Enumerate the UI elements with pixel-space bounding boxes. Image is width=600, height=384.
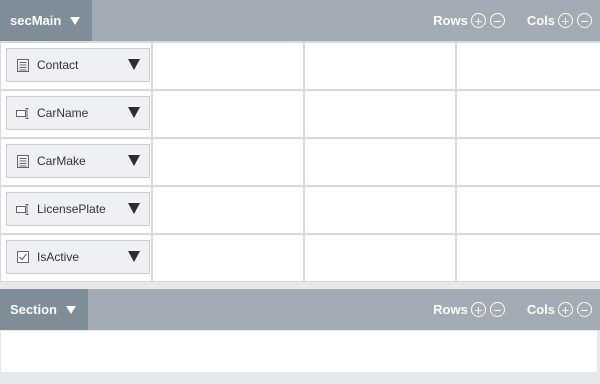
field-label: CarName: [37, 106, 89, 120]
field-chip-carmake[interactable]: CarMake: [6, 144, 150, 178]
add-col-icon[interactable]: +: [558, 302, 573, 317]
add-row-icon[interactable]: +: [470, 13, 486, 28]
checkbox-icon: [16, 250, 30, 264]
grid-cell[interactable]: IsActive: [1, 235, 151, 281]
field-chip-contact[interactable]: Contact: [6, 48, 150, 82]
section-controls: Rows + − Cols + −: [433, 0, 600, 41]
caret-down-icon[interactable]: [128, 155, 140, 166]
grid-cell[interactable]: [305, 43, 455, 89]
caret-down-icon[interactable]: [128, 59, 140, 70]
section-name-dropdown[interactable]: Section: [0, 289, 88, 330]
layout-grid: Contact CarName CarMake LicensePlate IsA…: [0, 41, 600, 282]
add-row-icon[interactable]: +: [470, 302, 486, 317]
grid-cell[interactable]: LicensePlate: [1, 187, 151, 233]
caret-down-icon[interactable]: [128, 107, 140, 118]
caret-down-icon: [70, 16, 81, 25]
grid-cell[interactable]: [153, 91, 303, 137]
field-chip-carname[interactable]: CarName: [6, 96, 150, 130]
field-chip-licenseplate[interactable]: LicensePlate: [6, 192, 150, 226]
section-name-dropdown[interactable]: secMain: [0, 0, 92, 41]
grid-cell[interactable]: [457, 139, 600, 185]
grid-cell[interactable]: [457, 91, 600, 137]
grid-cell[interactable]: [457, 187, 600, 233]
grid-cell[interactable]: [457, 235, 600, 281]
list-icon: [16, 154, 30, 168]
grid-row: LicensePlate: [0, 187, 600, 233]
grid-cell[interactable]: [457, 43, 600, 89]
field-chip-isactive[interactable]: IsActive: [6, 240, 150, 274]
grid-cell[interactable]: [153, 187, 303, 233]
grid-cell[interactable]: CarMake: [1, 139, 151, 185]
section-body-empty[interactable]: [1, 331, 597, 372]
field-label: LicensePlate: [37, 202, 106, 216]
rows-label: Rows: [433, 302, 468, 317]
remove-col-icon[interactable]: −: [577, 13, 592, 28]
section-name: secMain: [10, 13, 62, 28]
cols-label: Cols: [526, 302, 555, 317]
grid-row: CarMake: [0, 139, 600, 185]
cols-controls: Cols + −: [527, 13, 596, 28]
add-col-icon[interactable]: +: [558, 13, 573, 28]
grid-cell[interactable]: CarName: [1, 91, 151, 137]
grid-cell[interactable]: [305, 139, 455, 185]
remove-row-icon[interactable]: −: [489, 302, 505, 317]
cols-label: Cols: [526, 13, 555, 28]
rows-controls: Rows + −: [433, 302, 509, 317]
caret-down-icon: [65, 305, 76, 314]
caret-down-icon[interactable]: [128, 203, 140, 214]
grid-cell[interactable]: [305, 235, 455, 281]
grid-cell[interactable]: [305, 187, 455, 233]
grid-cell[interactable]: Contact: [1, 43, 151, 89]
section-name: Section: [10, 302, 57, 317]
grid-cell[interactable]: [153, 235, 303, 281]
grid-cell[interactable]: [153, 43, 303, 89]
grid-row: IsActive: [0, 235, 600, 281]
textbox-icon: [16, 202, 30, 216]
rows-controls: Rows + −: [433, 13, 509, 28]
cols-controls: Cols + −: [527, 302, 596, 317]
grid-row: CarName: [0, 91, 600, 137]
grid-row: Contact: [0, 43, 600, 89]
section-header-section: Section Rows + − Cols + −: [0, 289, 600, 330]
field-label: CarMake: [37, 154, 86, 168]
remove-row-icon[interactable]: −: [489, 13, 505, 28]
field-label: Contact: [37, 58, 79, 72]
field-label: IsActive: [37, 250, 80, 264]
caret-down-icon[interactable]: [128, 251, 140, 262]
textbox-icon: [16, 106, 30, 120]
grid-cell[interactable]: [153, 139, 303, 185]
list-icon: [16, 58, 30, 72]
section-header-secmain: secMain Rows + − Cols + −: [0, 0, 600, 41]
rows-label: Rows: [433, 13, 468, 28]
section-controls: Rows + − Cols + −: [433, 289, 600, 330]
grid-cell[interactable]: [305, 91, 455, 137]
remove-col-icon[interactable]: −: [577, 302, 592, 317]
